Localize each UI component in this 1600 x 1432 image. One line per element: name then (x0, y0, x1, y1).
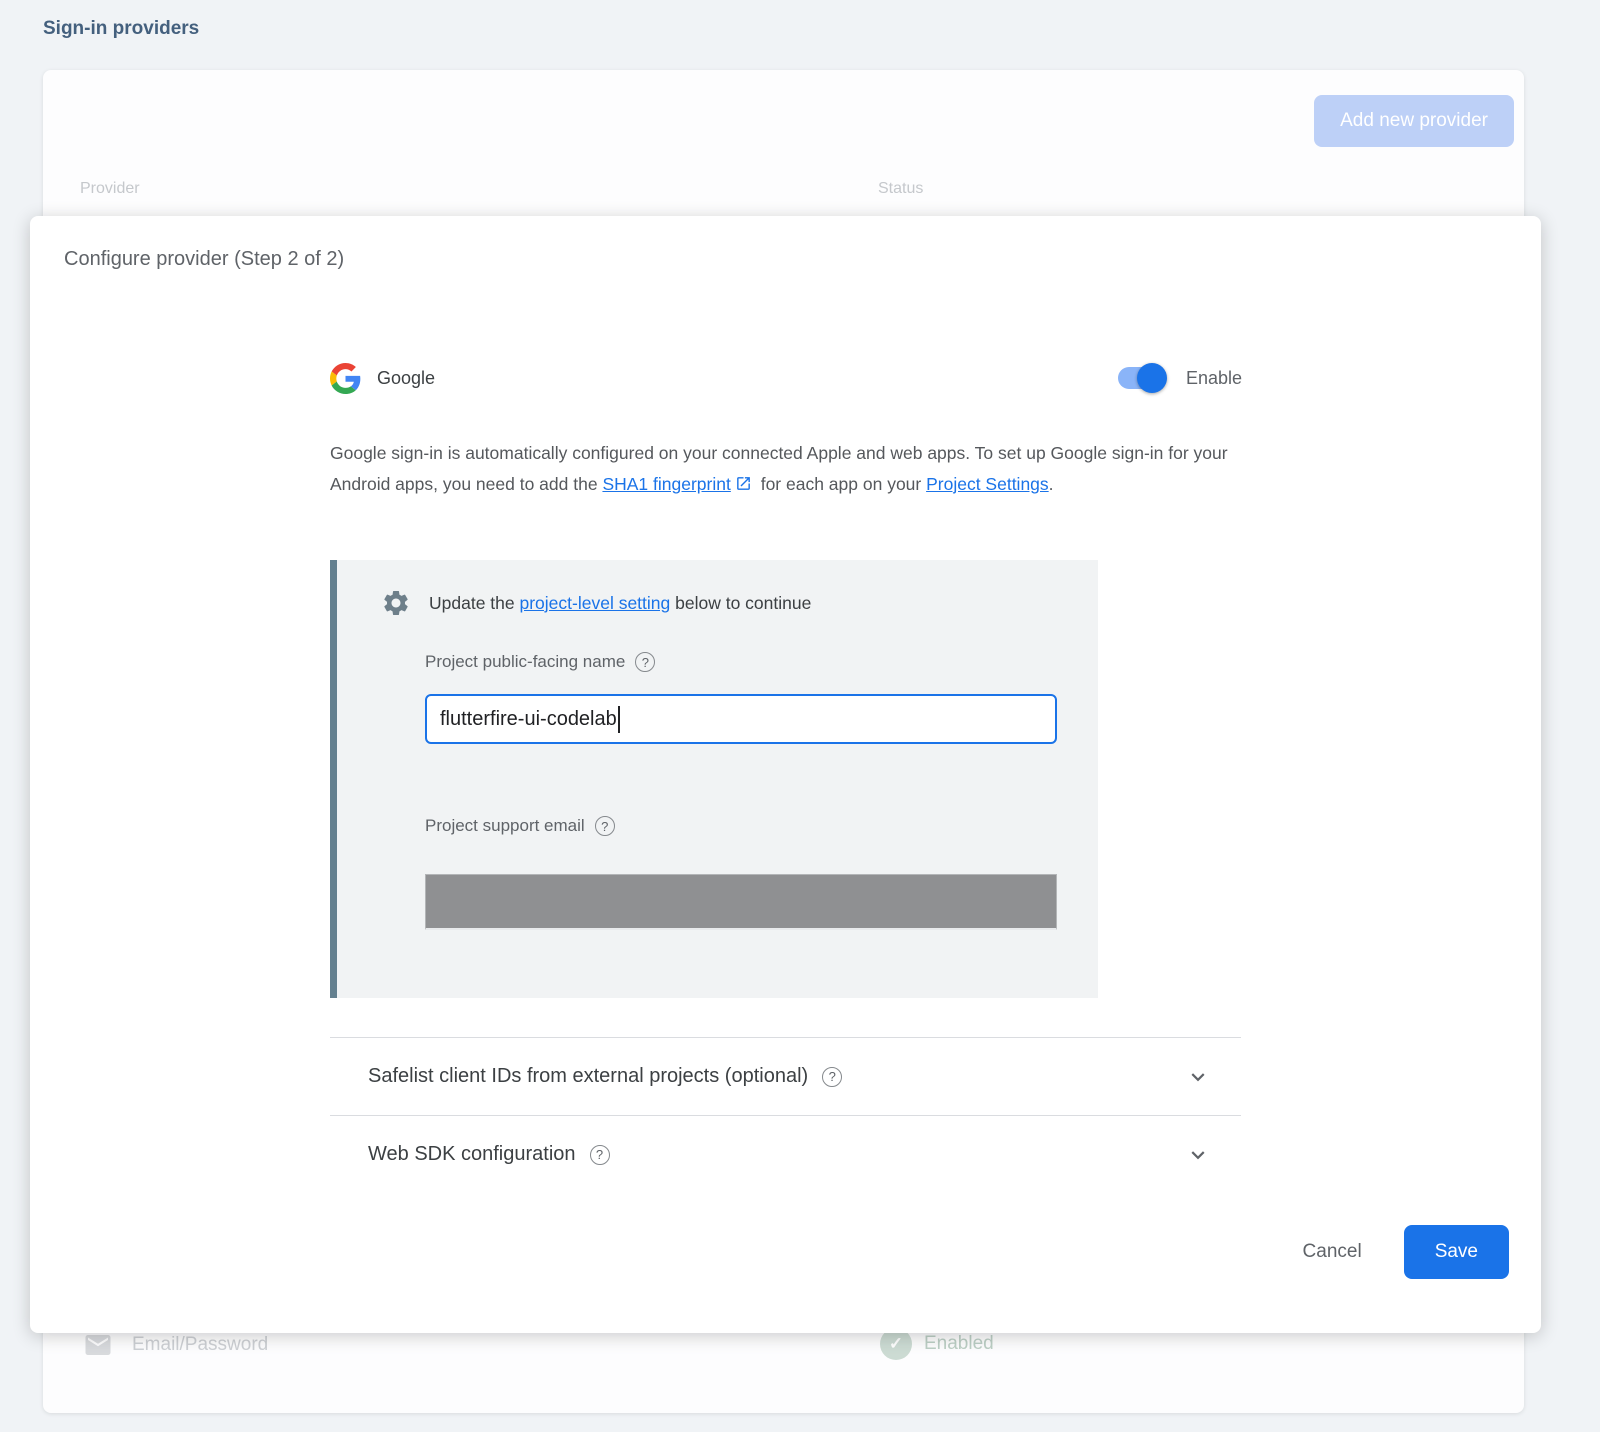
help-glyph: ? (601, 819, 608, 834)
configure-provider-dialog: Configure provider (Step 2 of 2) Google … (30, 216, 1541, 1333)
callout-heading: Update the project-level setting below t… (381, 588, 811, 618)
help-icon[interactable]: ? (822, 1067, 842, 1087)
project-settings-link[interactable]: Project Settings (926, 474, 1049, 494)
callout-text-1: Update the (429, 593, 519, 613)
dialog-title: Configure provider (Step 2 of 2) (64, 248, 344, 271)
public-name-label-text: Project public-facing name (425, 652, 625, 672)
status-badge: Enabled (924, 1333, 994, 1355)
enable-toggle-wrap: Enable (1118, 367, 1242, 389)
chevron-down-icon[interactable] (1185, 1064, 1211, 1090)
help-glyph: ? (829, 1069, 836, 1084)
support-email-label-text: Project support email (425, 816, 585, 836)
email-envelope-icon (83, 1330, 113, 1360)
sha1-fingerprint-link[interactable]: SHA1 fingerprint (602, 474, 730, 494)
section-safelist-client-ids[interactable]: Safelist client IDs from external projec… (330, 1037, 1241, 1115)
save-button[interactable]: Save (1404, 1225, 1509, 1279)
help-glyph: ? (642, 655, 649, 670)
public-name-value: flutterfire-ui-codelab (440, 708, 617, 731)
column-header-status: Status (878, 180, 923, 198)
cancel-button[interactable]: Cancel (1303, 1241, 1362, 1263)
provider-label: Google (377, 368, 435, 389)
table-row[interactable]: Email/Password ✓ Enabled (80, 1328, 1487, 1368)
section-title: Web SDK configuration (368, 1143, 576, 1166)
help-glyph: ? (596, 1147, 603, 1162)
support-email-select[interactable] (425, 874, 1057, 930)
enable-toggle-label: Enable (1186, 368, 1242, 389)
page-title: Sign-in providers (43, 18, 199, 40)
callout-text-2: below to continue (670, 593, 811, 613)
enable-toggle[interactable] (1118, 367, 1164, 389)
section-title: Safelist client IDs from external projec… (368, 1065, 808, 1088)
chevron-down-icon[interactable] (1185, 1142, 1211, 1168)
description-text-3: . (1049, 474, 1054, 494)
text-cursor (618, 706, 620, 733)
support-email-label: Project support email ? (425, 816, 615, 836)
help-icon[interactable]: ? (635, 652, 655, 672)
section-web-sdk-configuration[interactable]: Web SDK configuration ? (330, 1115, 1241, 1193)
provider-description: Google sign-in is automatically configur… (330, 438, 1248, 500)
help-icon[interactable]: ? (590, 1145, 610, 1165)
public-name-input[interactable]: flutterfire-ui-codelab (425, 694, 1057, 744)
help-icon[interactable]: ? (595, 816, 615, 836)
google-provider-row: Google Enable (330, 360, 1242, 396)
open-in-new-icon (735, 471, 752, 488)
project-level-setting-callout: Update the project-level setting below t… (330, 560, 1098, 998)
provider-name: Email/Password (132, 1334, 268, 1356)
project-level-setting-link[interactable]: project-level setting (519, 593, 670, 613)
description-text-2: for each app on your (756, 474, 926, 494)
toggle-knob (1137, 363, 1167, 393)
callout-text: Update the project-level setting below t… (429, 593, 811, 614)
gear-icon (381, 588, 411, 618)
column-header-provider: Provider (80, 180, 140, 198)
public-name-label: Project public-facing name ? (425, 652, 655, 672)
dialog-footer: Cancel Save (1303, 1225, 1509, 1279)
google-logo-icon (330, 363, 361, 394)
check-glyph: ✓ (889, 1334, 903, 1354)
add-new-provider-button[interactable]: Add new provider (1314, 95, 1514, 147)
